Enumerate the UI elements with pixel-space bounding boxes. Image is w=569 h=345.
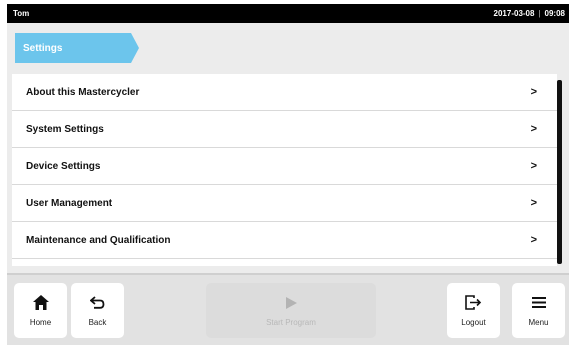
menu-button[interactable]: Menu [512, 283, 565, 338]
settings-item-user-management[interactable]: User Management > [12, 185, 557, 222]
settings-item-label: About this Mastercycler [26, 86, 140, 98]
breadcrumb-label: Settings [23, 42, 63, 54]
settings-item-label: User Management [26, 197, 113, 209]
time: 09:08 [544, 9, 565, 18]
bottom-toolbar: Home Back Start Program Logout Menu [7, 273, 569, 345]
list-scrollbar[interactable] [557, 80, 562, 264]
hamburger-menu-icon [530, 295, 548, 311]
chevron-right-icon: > [530, 234, 537, 246]
chevron-right-icon: > [530, 86, 537, 98]
start-program-label: Start Program [266, 317, 316, 327]
user-name: Tom [13, 9, 30, 18]
settings-item-label: Device Settings [26, 160, 101, 172]
main-panel: Settings About this Mastercycler > Syste… [7, 23, 569, 345]
date-time-separator: | [538, 9, 541, 18]
settings-item-device[interactable]: Device Settings > [12, 148, 557, 185]
back-button[interactable]: Back [71, 283, 124, 338]
home-icon [32, 295, 50, 311]
back-label: Back [88, 317, 107, 327]
date-time: 2017-03-08 | 09:08 [494, 9, 565, 18]
settings-item-about[interactable]: About this Mastercycler > [12, 74, 557, 111]
back-arrow-icon [89, 295, 107, 311]
logout-icon [465, 295, 483, 311]
settings-list: About this Mastercycler > System Setting… [12, 74, 557, 266]
menu-label: Menu [528, 317, 549, 327]
chevron-right-icon: > [530, 123, 537, 135]
settings-item-label: Maintenance and Qualification [26, 234, 171, 246]
settings-item-system[interactable]: System Settings > [12, 111, 557, 148]
chevron-right-icon: > [530, 160, 537, 172]
logout-label: Logout [461, 317, 486, 327]
home-label: Home [29, 317, 52, 327]
start-program-button[interactable]: Start Program [206, 283, 376, 338]
status-bar: Tom 2017-03-08 | 09:08 [7, 4, 569, 23]
settings-item-label: System Settings [26, 123, 104, 135]
date: 2017-03-08 [493, 9, 535, 18]
play-icon [282, 295, 300, 311]
home-button[interactable]: Home [14, 283, 67, 338]
logout-button[interactable]: Logout [447, 283, 500, 338]
breadcrumb-settings: Settings [15, 33, 139, 63]
chevron-right-icon: > [530, 197, 537, 209]
settings-item-maintenance[interactable]: Maintenance and Qualification > [12, 222, 557, 259]
